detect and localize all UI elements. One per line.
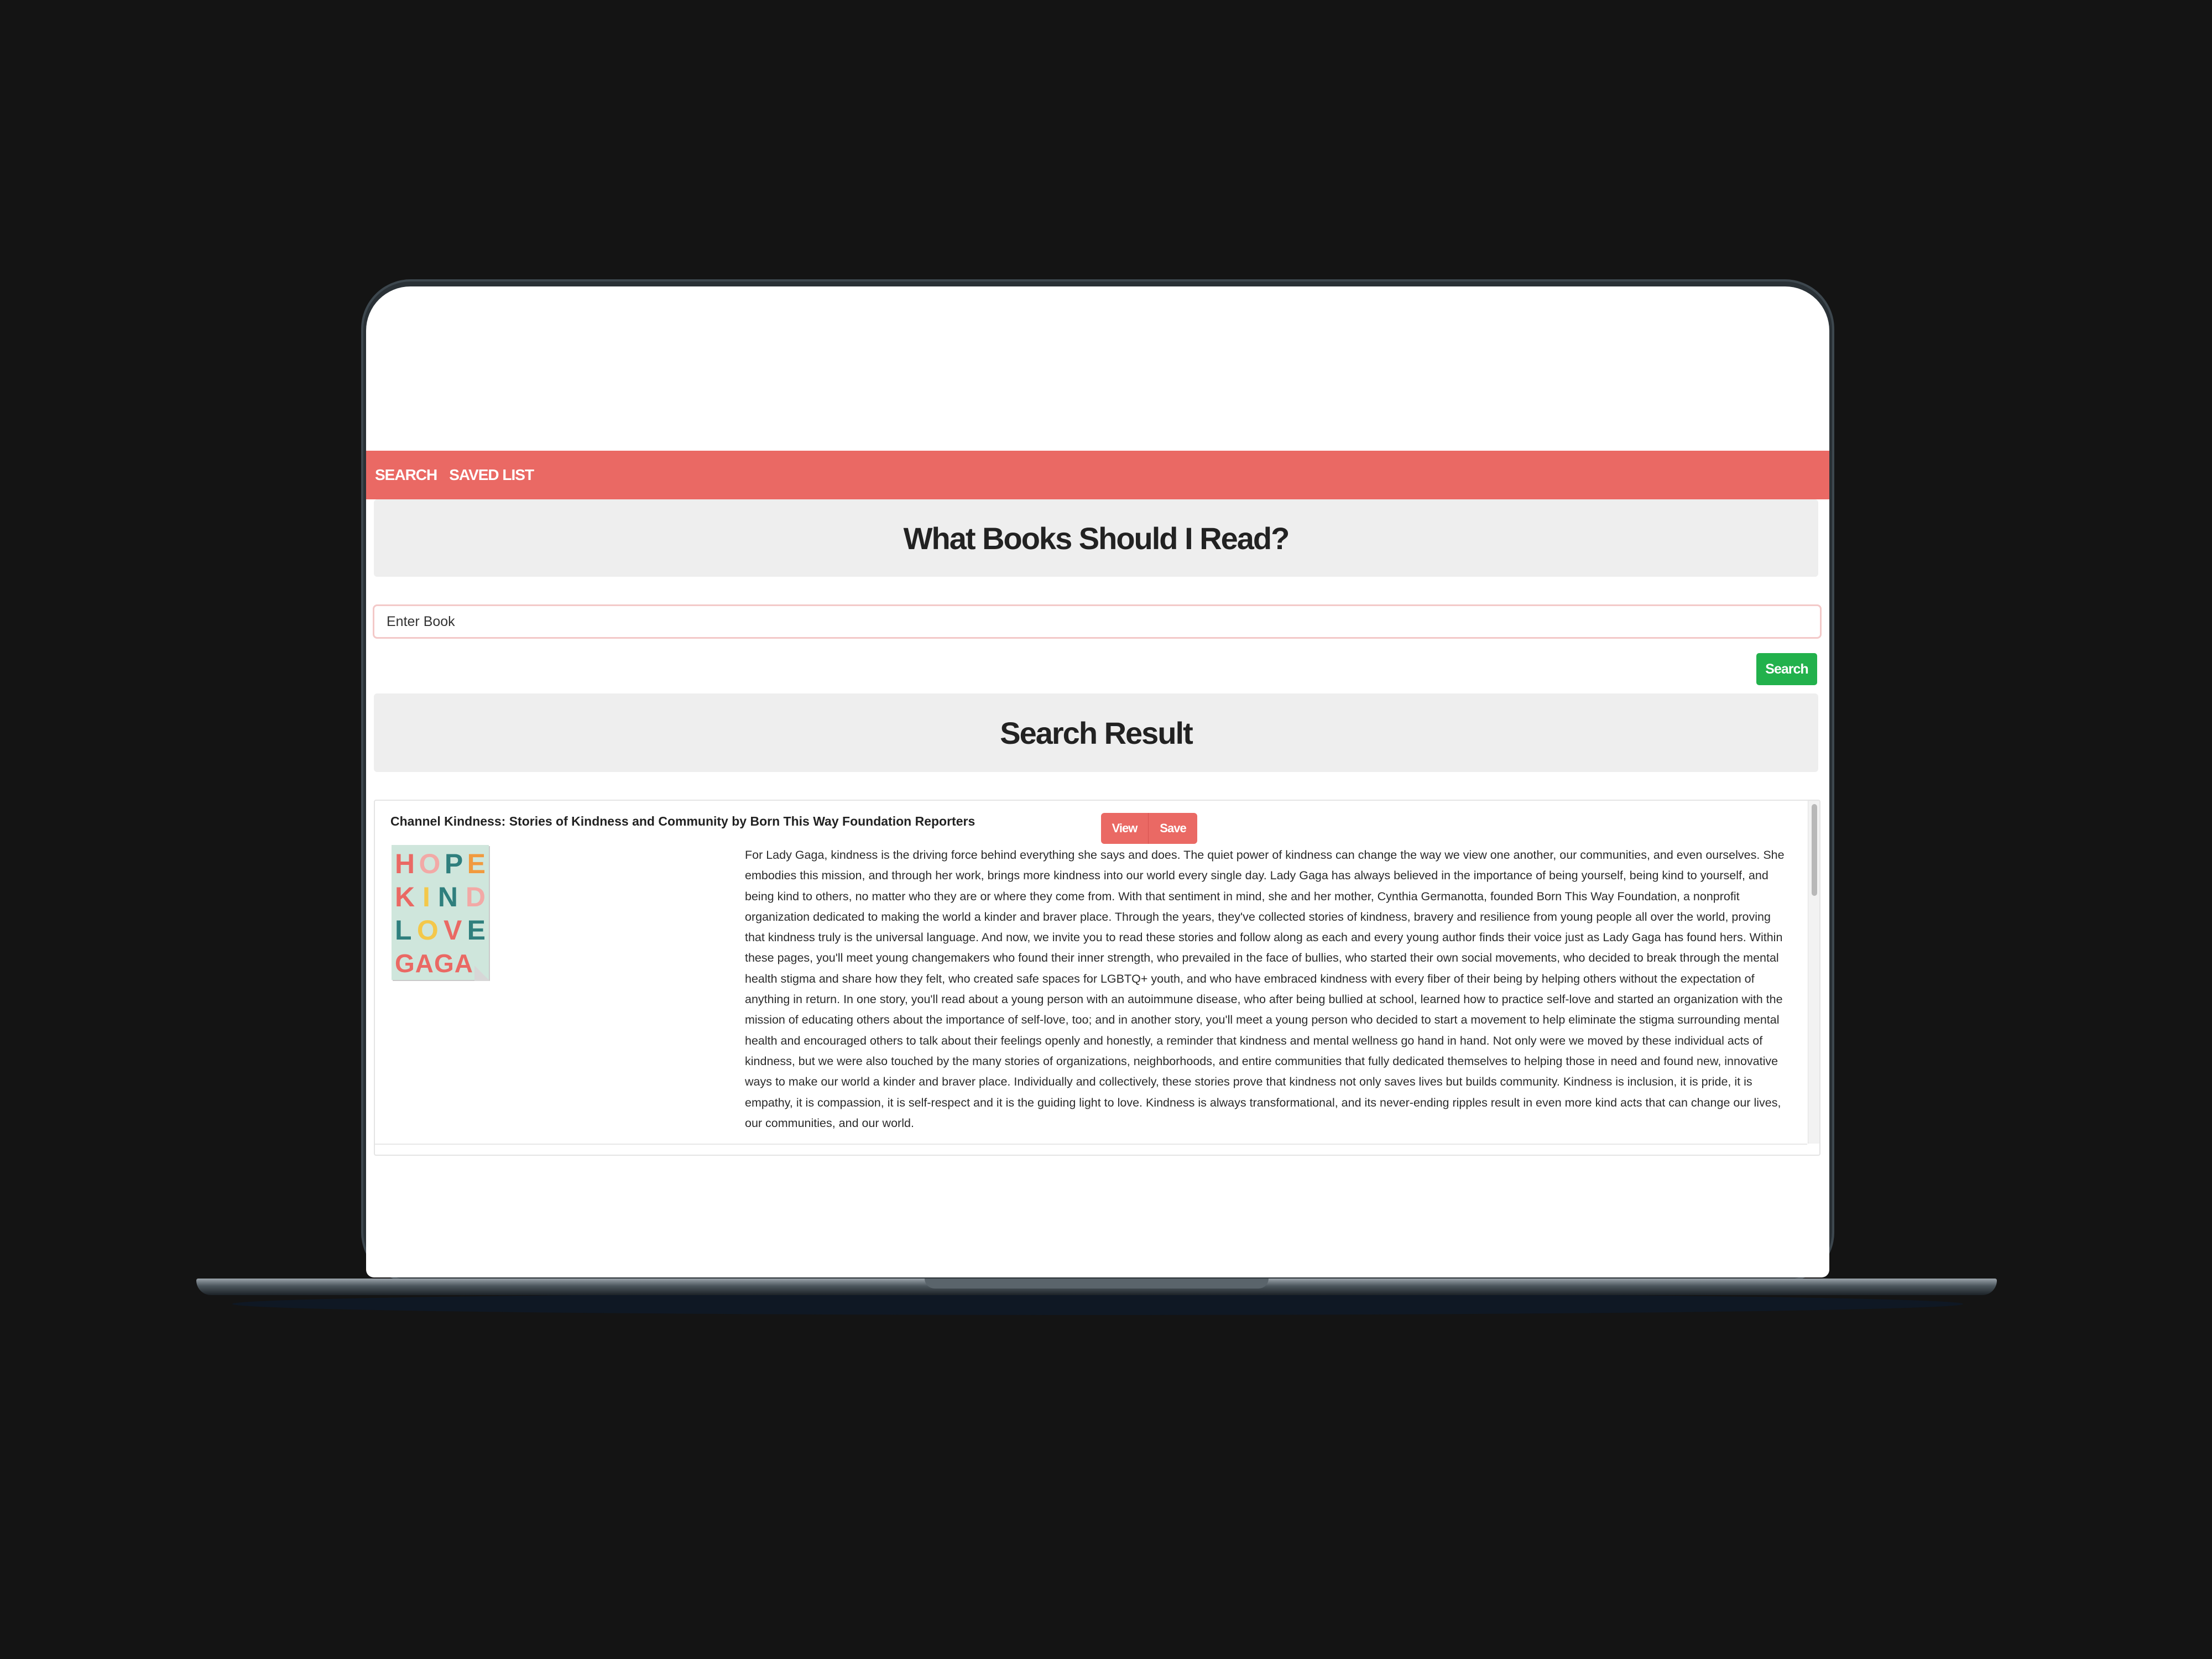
cover-row-1: H O P E xyxy=(395,847,486,880)
scrollbar[interactable] xyxy=(1808,801,1819,1144)
search-result-title: Search Result xyxy=(1000,715,1193,750)
cover-row-4: GAGA xyxy=(395,947,486,980)
cover-letter: N xyxy=(437,881,458,912)
result-card: Channel Kindness: Stories of Kindness an… xyxy=(374,800,1820,1156)
search-result-panel: Search Result xyxy=(374,693,1818,772)
page-curl xyxy=(474,966,490,981)
navbar: SEARCH SAVED LIST xyxy=(366,451,1829,499)
card-divider xyxy=(375,1144,1807,1145)
laptop-shadow xyxy=(232,1293,1963,1315)
laptop-screen: SEARCH SAVED LIST What Books Should I Re… xyxy=(366,286,1829,1277)
cover-letter: O xyxy=(416,915,439,946)
heading-panel: What Books Should I Read? xyxy=(374,499,1818,577)
cover-letter: H xyxy=(395,848,415,879)
cover-letter: I xyxy=(422,881,430,912)
scrollbar-thumb[interactable] xyxy=(1812,804,1817,896)
cover-letter: E xyxy=(467,915,486,946)
cover-row-3: L O V E xyxy=(395,914,486,947)
cover-letter: GAGA xyxy=(395,949,473,978)
nav-link-search[interactable]: SEARCH xyxy=(375,466,437,484)
book-description: For Lady Gaga, kindness is the driving f… xyxy=(745,848,1785,1130)
cover-letter: E xyxy=(467,848,486,879)
page-title: What Books Should I Read? xyxy=(903,520,1290,556)
cover-lettering: H O P E K I N D L O V E GAGA xyxy=(395,847,486,980)
cover-letter: O xyxy=(419,848,441,879)
book-title: Channel Kindness: Stories of Kindness an… xyxy=(390,814,975,828)
cover-letter: K xyxy=(395,881,415,912)
cover-row-2: K I N D xyxy=(395,880,486,914)
nav-link-saved-list[interactable]: SAVED LIST xyxy=(449,466,534,484)
book-cover-image[interactable]: H O P E K I N D L O V E GAGA xyxy=(392,845,490,981)
cover-letter: P xyxy=(444,848,463,879)
save-button[interactable]: Save xyxy=(1149,813,1197,844)
cover-letter: V xyxy=(443,915,462,946)
laptop-notch xyxy=(925,1279,1269,1288)
search-input[interactable] xyxy=(373,604,1822,639)
view-button[interactable]: View xyxy=(1101,813,1149,844)
cover-letter: L xyxy=(395,915,412,946)
result-actions: View Save xyxy=(1101,813,1197,844)
search-button[interactable]: Search xyxy=(1756,653,1817,685)
cover-letter: D xyxy=(465,881,486,912)
